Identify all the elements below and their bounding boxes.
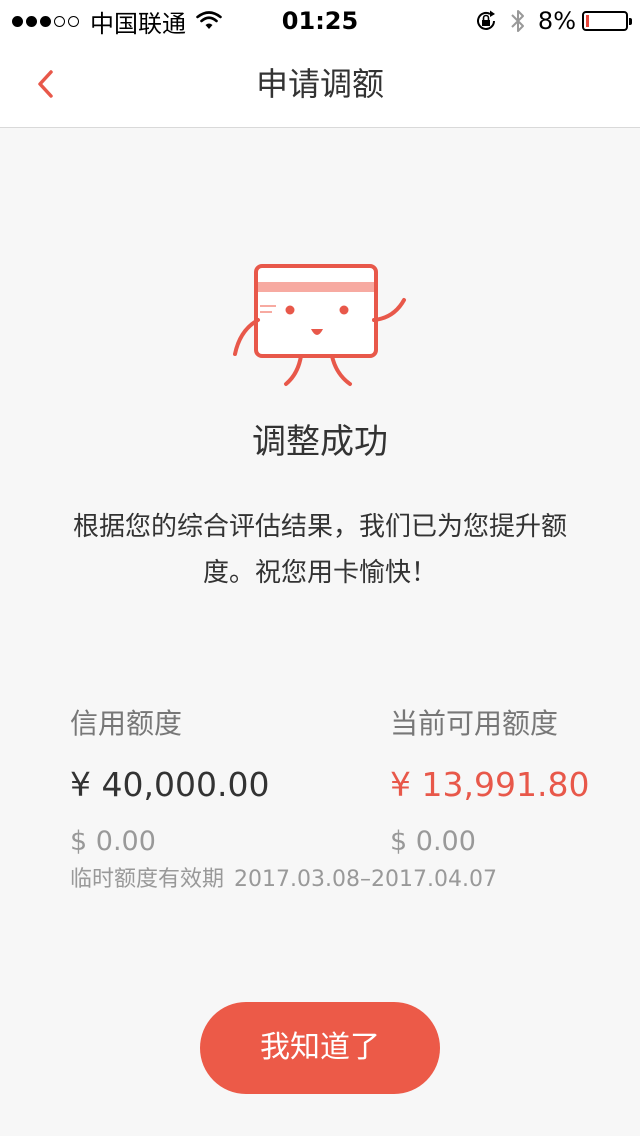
available-limit-section: 当前可用额度 ¥ 13,991.80 $ 0.00 bbox=[390, 704, 589, 862]
credit-limit-cny: ¥ 40,000.00 bbox=[70, 765, 270, 804]
card-mascot-illustration bbox=[233, 264, 406, 386]
status-bar-right: 8% bbox=[474, 6, 632, 36]
back-button[interactable] bbox=[24, 62, 68, 106]
page-title: 申请调额 bbox=[255, 65, 384, 103]
credit-limit-section: 信用额度 ¥ 40,000.00 $ 0.00 bbox=[70, 704, 269, 862]
available-limit-usd: $ 0.00 bbox=[390, 826, 476, 857]
bluetooth-icon bbox=[511, 10, 524, 32]
chevron-left-icon bbox=[38, 70, 53, 98]
result-description: 根据您的综合评估结果，我们已为您提升额度。祝您用卡愉快！ bbox=[72, 512, 567, 588]
orientation-lock-icon bbox=[476, 10, 495, 30]
temp-limit-validity: 临时额度有效期 2017.03.08–2017.04.07 bbox=[70, 864, 497, 896]
battery-percentage: 8% bbox=[537, 7, 576, 35]
available-limit-label: 当前可用额度 bbox=[390, 707, 559, 740]
status-bar: 中国联通 01:25 8% bbox=[0, 0, 640, 40]
credit-limit-label: 信用额度 bbox=[70, 707, 183, 740]
battery-icon bbox=[582, 11, 632, 31]
battery-level-fill bbox=[586, 15, 589, 27]
got-it-button[interactable]: 我知道了 bbox=[200, 1002, 440, 1094]
temp-validity-label: 临时额度有效期 bbox=[70, 867, 225, 892]
navigation-bar: 申请调额 bbox=[0, 40, 640, 128]
success-title: 调整成功 bbox=[252, 422, 388, 462]
credit-limit-usd: $ 0.00 bbox=[70, 826, 156, 857]
temp-validity-range: 2017.03.08–2017.04.07 bbox=[234, 867, 497, 892]
available-limit-cny: ¥ 13,991.80 bbox=[390, 765, 590, 804]
